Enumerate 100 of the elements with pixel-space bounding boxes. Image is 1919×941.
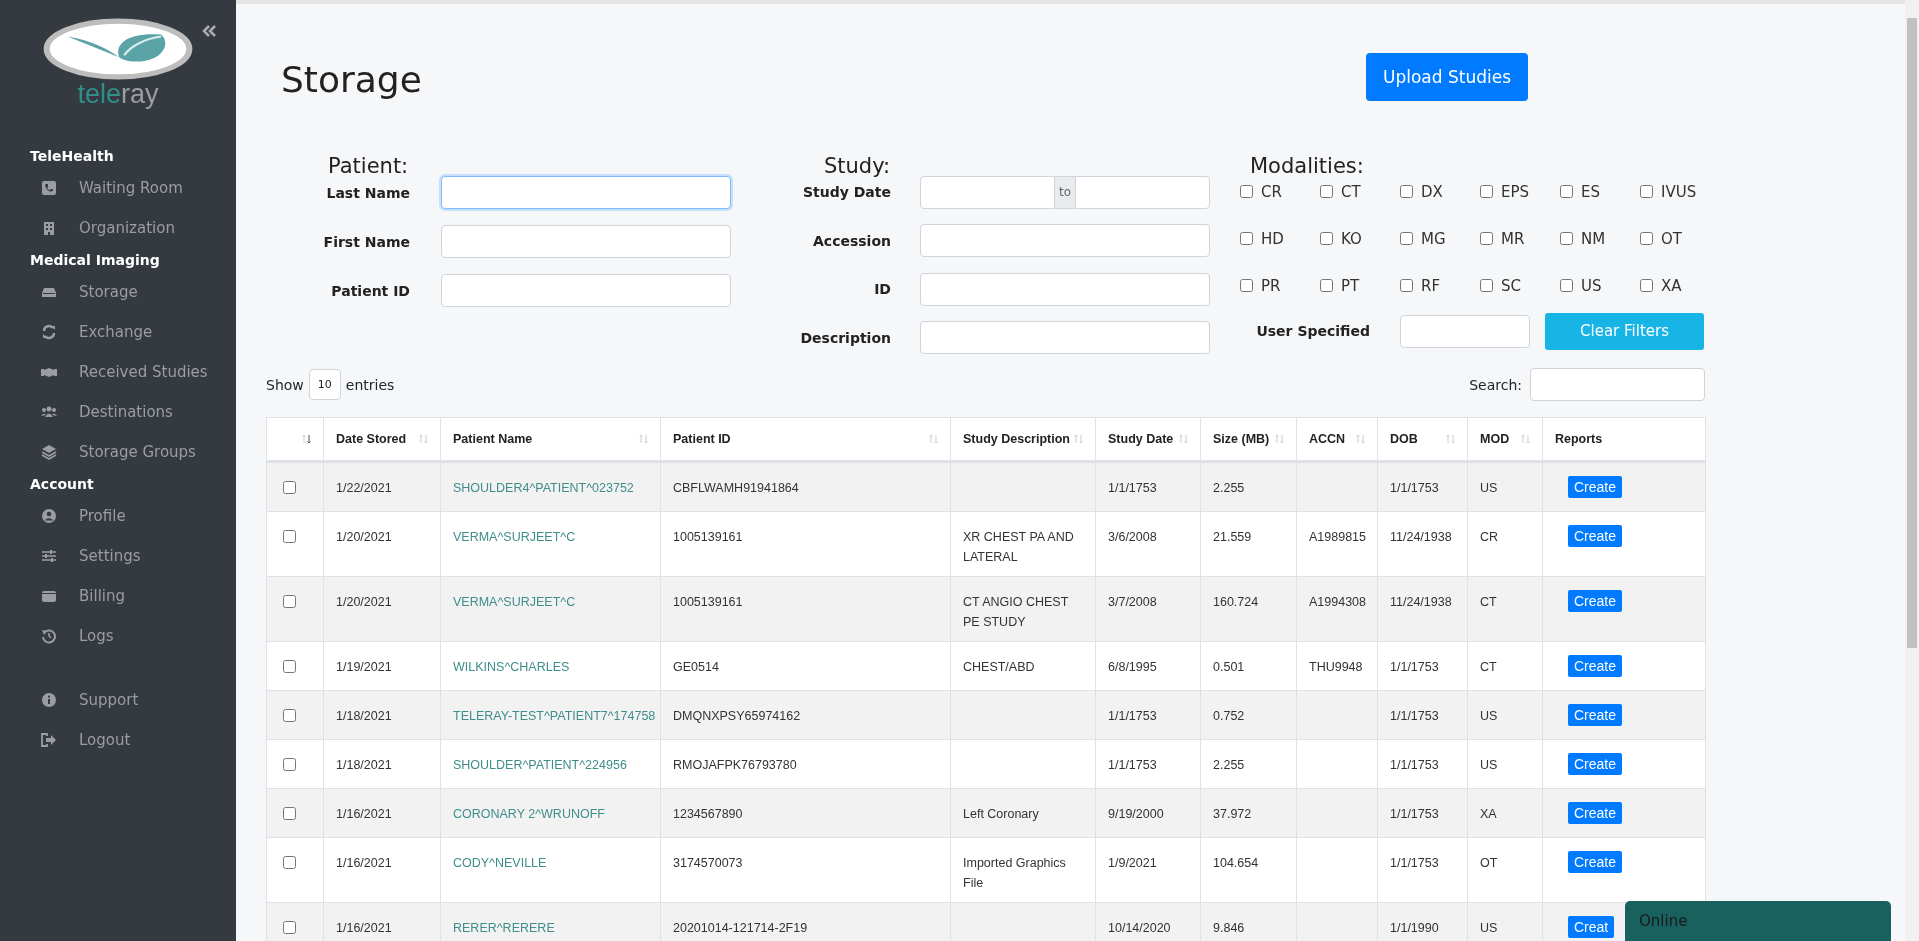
patient-link[interactable]: CODY^NEVILLE: [453, 856, 547, 870]
table-cell: 37.972: [1213, 807, 1252, 821]
modality-checkbox[interactable]: [1640, 232, 1653, 245]
patient-link[interactable]: CORONARY 2^WRUNOFF: [453, 807, 605, 821]
checkbox-label: KO: [1341, 229, 1362, 248]
table-cell: 1005139161: [673, 530, 743, 544]
modality-checkbox[interactable]: [1320, 232, 1333, 245]
field-label: Accession: [812, 232, 891, 249]
search-field[interactable]: [1530, 368, 1705, 401]
create-report-button[interactable]: Create: [1568, 525, 1623, 547]
entries-select[interactable]: 10: [308, 369, 341, 400]
modality-checkbox[interactable]: [1480, 185, 1493, 198]
row-checkbox[interactable]: [283, 530, 296, 543]
patient-link[interactable]: VERMA^SURJEET^C: [453, 595, 576, 609]
modality-checkbox[interactable]: [1560, 279, 1573, 292]
patient-link[interactable]: WILKINS^CHARLES: [453, 660, 570, 674]
checkbox-label: MG: [1421, 229, 1446, 248]
create-report-button[interactable]: Creat: [1568, 916, 1615, 938]
row-checkbox[interactable]: [283, 856, 296, 869]
create-report-button[interactable]: Create: [1568, 590, 1623, 612]
history-icon: [41, 628, 57, 644]
modality-checkbox[interactable]: [1480, 279, 1493, 292]
checkbox-label: MR: [1501, 229, 1525, 248]
table-cell: 1/16/2021: [336, 807, 392, 821]
table-cell: 1/1/1753: [1108, 758, 1157, 772]
modality-checkbox[interactable]: [1400, 279, 1413, 292]
table-cell: US: [1480, 758, 1498, 772]
table-cell: 3/6/2008: [1108, 530, 1157, 544]
modality-checkbox[interactable]: [1480, 232, 1493, 245]
show-label: Show: [266, 376, 304, 393]
sync-icon: [41, 324, 57, 340]
row-checkbox[interactable]: [283, 807, 296, 820]
nav-item[interactable]: Support: [0, 680, 236, 720]
users-icon: [41, 404, 57, 420]
create-report-button[interactable]: Create: [1568, 851, 1623, 873]
scrollbar[interactable]: [1905, 0, 1919, 941]
modality-checkbox[interactable]: [1240, 232, 1253, 245]
chat-widget[interactable]: Online: [1625, 901, 1891, 941]
text-input[interactable]: [920, 321, 1210, 355]
modality-checkbox[interactable]: [1560, 185, 1573, 198]
modality-checkbox[interactable]: [1240, 279, 1253, 292]
field-label: Patient ID: [330, 282, 410, 299]
text-input[interactable]: [441, 274, 731, 307]
nav-item[interactable]: Billing: [0, 576, 236, 616]
nav-item[interactable]: Storage: [0, 272, 236, 312]
patient-link[interactable]: RERER^RERERE: [453, 921, 555, 935]
collapse-icon[interactable]: [202, 25, 216, 37]
nav-item[interactable]: Storage Groups: [0, 432, 236, 472]
table-cell: 2.255: [1213, 481, 1245, 495]
text-input[interactable]: [920, 224, 1210, 258]
table-cell: 1/1/1753: [1390, 660, 1439, 674]
nav-item[interactable]: Waiting Room: [0, 168, 236, 208]
modality-checkbox[interactable]: [1240, 185, 1253, 198]
modality-checkbox[interactable]: [1320, 279, 1333, 292]
modality-checkbox[interactable]: [1400, 232, 1413, 245]
upload-studies-button[interactable]: Upload Studies: [1366, 53, 1529, 101]
row-checkbox[interactable]: [283, 660, 296, 673]
create-report-button[interactable]: Create: [1568, 753, 1623, 775]
row-checkbox[interactable]: [283, 709, 296, 722]
nav-item[interactable]: Logout: [0, 720, 236, 760]
section-heading: Modalities:: [1249, 154, 1365, 178]
row-checkbox[interactable]: [283, 595, 296, 608]
nav-item[interactable]: Profile: [0, 496, 236, 536]
date-input[interactable]: [920, 175, 1055, 209]
clear-filters-button[interactable]: Clear Filters: [1545, 312, 1704, 350]
modality-checkbox[interactable]: [1560, 232, 1573, 245]
entries-label: entries: [345, 376, 395, 393]
modality-checkbox[interactable]: [1400, 185, 1413, 198]
text-input[interactable]: [920, 272, 1210, 306]
nav-item[interactable]: Destinations: [0, 392, 236, 432]
date-input[interactable]: [1075, 175, 1211, 209]
checkbox-label: HD: [1261, 229, 1284, 248]
field-label: User Specified: [1255, 323, 1370, 339]
checkbox-label: NM: [1581, 229, 1606, 248]
row-checkbox[interactable]: [283, 921, 296, 934]
create-report-button[interactable]: Create: [1568, 476, 1623, 498]
table-cell: 3174570073: [673, 856, 743, 870]
create-report-button[interactable]: Create: [1568, 655, 1623, 677]
nav-item[interactable]: Settings: [0, 536, 236, 576]
create-report-button[interactable]: Create: [1568, 704, 1623, 726]
modality-checkbox[interactable]: [1640, 185, 1653, 198]
row-checkbox[interactable]: [283, 481, 296, 494]
nav-item[interactable]: Logs: [0, 616, 236, 656]
table-cell: 9/19/2000: [1108, 807, 1164, 821]
table-cell: 104.654: [1213, 856, 1259, 870]
table-cell: DMQNXPSY65974162: [673, 709, 801, 723]
nav-item[interactable]: Received Studies: [0, 352, 236, 392]
text-input[interactable]: [1400, 314, 1530, 348]
nav-item[interactable]: Organization: [0, 208, 236, 248]
create-report-button[interactable]: Create: [1568, 802, 1623, 824]
table-cell: 3/7/2008: [1108, 595, 1157, 609]
modality-checkbox[interactable]: [1320, 185, 1333, 198]
table-cell: 1/1/1753: [1390, 709, 1439, 723]
table-cell: CT: [1480, 660, 1497, 674]
row-checkbox[interactable]: [283, 758, 296, 771]
modality-checkbox[interactable]: [1640, 279, 1653, 292]
nav-item[interactable]: Exchange: [0, 312, 236, 352]
text-input[interactable]: [441, 176, 731, 209]
patient-link[interactable]: VERMA^SURJEET^C: [453, 530, 576, 544]
text-input[interactable]: [441, 225, 731, 258]
